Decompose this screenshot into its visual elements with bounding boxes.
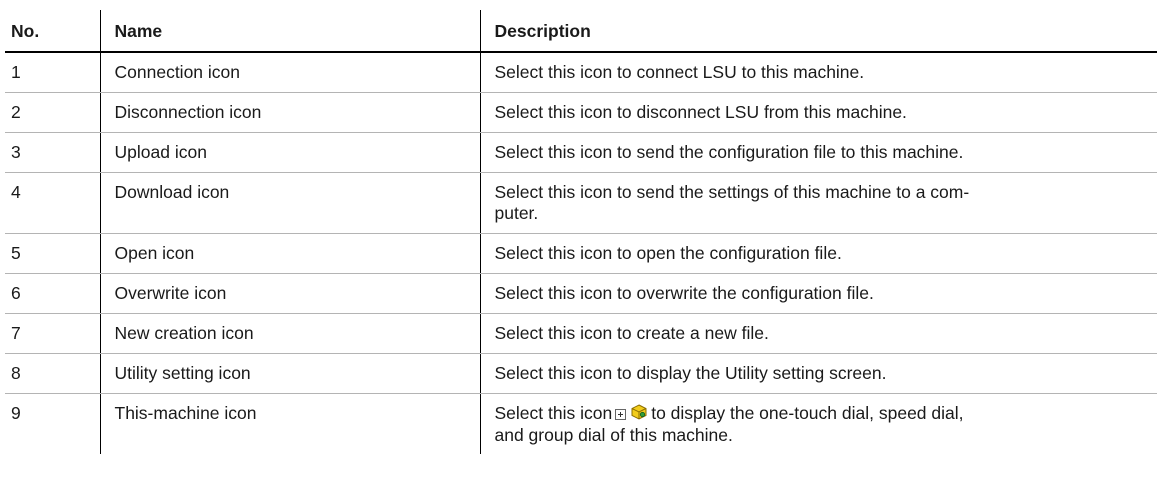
- row-number: 5: [5, 233, 100, 274]
- table-header-row: No. Name Description: [5, 10, 1157, 53]
- row-description: Select this icon to overwrite the config…: [479, 273, 1157, 314]
- table-row: 1 Connection icon Select this icon to co…: [5, 52, 1157, 93]
- row-number: 7: [5, 313, 100, 354]
- row-description-line2: puter.: [494, 203, 539, 223]
- row-name: Disconnection icon: [99, 92, 480, 133]
- table-row: 7 New creation icon Select this icon to …: [5, 313, 1157, 354]
- table-row: 6 Overwrite icon Select this icon to ove…: [5, 273, 1157, 314]
- header-description: Description: [479, 10, 1157, 53]
- row-description-after-icon: to display the one-touch dial, speed dia…: [651, 403, 964, 423]
- row-name: Connection icon: [99, 52, 480, 93]
- icon-description-table: No. Name Description 1 Connection icon S…: [5, 10, 1157, 454]
- row-number: 1: [5, 52, 100, 93]
- table-row: 4 Download icon Select this icon to send…: [5, 172, 1157, 234]
- table-row: 8 Utility setting icon Select this icon …: [5, 353, 1157, 394]
- row-description: Select this icon to display the one-touch…: [479, 393, 1157, 454]
- this-machine-icon: [631, 404, 647, 425]
- row-description: Select this icon to connect LSU to this …: [479, 52, 1157, 93]
- header-name: Name: [99, 10, 480, 53]
- row-number: 2: [5, 92, 100, 133]
- inline-icon-group: [615, 403, 647, 425]
- table-row: 5 Open icon Select this icon to open the…: [5, 233, 1157, 274]
- row-number: 6: [5, 273, 100, 314]
- row-name: Utility setting icon: [99, 353, 480, 394]
- table-row: 9 This-machine icon Select this icon to d…: [5, 393, 1157, 454]
- row-name: New creation icon: [99, 313, 480, 354]
- row-description: Select this icon to send the configurati…: [479, 132, 1157, 173]
- row-number: 9: [11, 403, 21, 423]
- header-no: No.: [5, 10, 100, 53]
- row-description-line1: Select this icon to send the settings of…: [494, 182, 970, 202]
- row-number: 3: [5, 132, 100, 173]
- row-name: Overwrite icon: [99, 273, 480, 314]
- row-description: Select this icon to send the settings of…: [479, 172, 1157, 234]
- row-name: Upload icon: [99, 132, 480, 173]
- expand-plus-icon: [615, 409, 627, 421]
- row-name: Download icon: [99, 172, 480, 234]
- row-number: 8: [5, 353, 100, 394]
- row-name: Open icon: [99, 233, 480, 274]
- table-row: 2 Disconnection icon Select this icon to…: [5, 92, 1157, 133]
- row-description: Select this icon to create a new file.: [479, 313, 1157, 354]
- row-description: Select this icon to open the configurati…: [479, 233, 1157, 274]
- row-description: Select this icon to disconnect LSU from …: [479, 92, 1157, 133]
- row-number: 4: [5, 172, 100, 234]
- row-description-line2: and group dial of this machine.: [494, 425, 733, 446]
- row-description-before-icon: Select this icon: [494, 403, 613, 423]
- table-row: 3 Upload icon Select this icon to send t…: [5, 132, 1157, 173]
- row-description: Select this icon to display the Utility …: [479, 353, 1157, 394]
- row-name: This-machine icon: [99, 393, 480, 454]
- page: No. Name Description 1 Connection icon S…: [0, 0, 1159, 483]
